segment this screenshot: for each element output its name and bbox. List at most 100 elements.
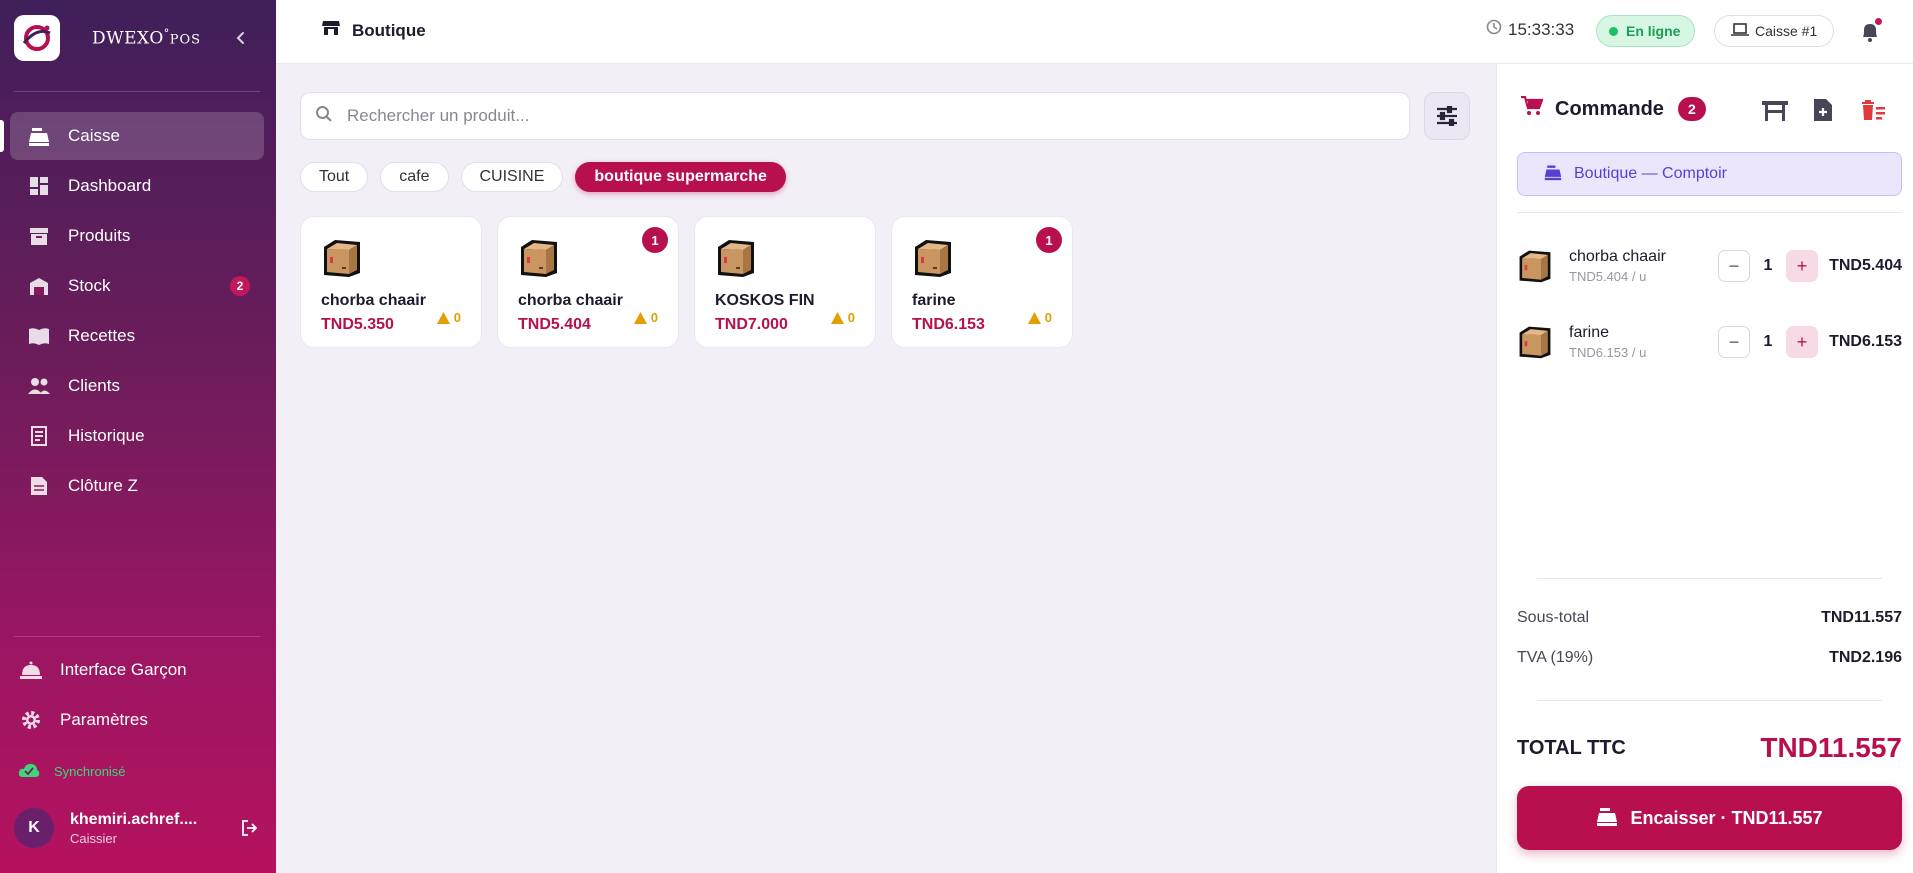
brand-name: DWEXO°POS: [92, 27, 202, 49]
stock-warning: 0: [437, 310, 461, 325]
page-title: Boutique: [322, 20, 426, 41]
chevron-left-icon[interactable]: [232, 29, 250, 47]
stock-count: 0: [453, 310, 461, 325]
cart-qty-badge: 1: [1036, 227, 1062, 253]
subtotal-value: TND11.557: [1821, 609, 1902, 626]
sidebar-item-caisse[interactable]: Caisse: [0, 112, 264, 160]
package-icon: [718, 240, 754, 277]
register-selector[interactable]: Caisse #1: [1714, 15, 1835, 47]
order-count-badge: 2: [1677, 97, 1706, 121]
sidebar-divider: [14, 636, 260, 637]
product-card[interactable]: 1 chorba chaair TND5.404 0: [497, 216, 679, 348]
order-line-unit-price: TND5.404 / u: [1569, 269, 1647, 284]
sidebar-item-stock[interactable]: Stock 2: [10, 262, 264, 310]
stock-count: 0: [650, 310, 658, 325]
order-header: Commande 2: [1521, 95, 1706, 122]
order-line: farine TND6.153 / u − 1 + TND6.153: [1517, 317, 1902, 367]
pay-button-label: Encaisser · TND11.557: [1630, 807, 1823, 828]
user-profile: K khemiri.achref.... Caissier: [14, 802, 260, 854]
increase-qty-button[interactable]: +: [1786, 326, 1818, 358]
divider: [1517, 212, 1902, 213]
package-icon: [324, 240, 360, 277]
package-icon: [521, 240, 557, 277]
category-chip-cuisine[interactable]: CUISINE: [460, 162, 564, 192]
sidebar-item-label: Paramètres: [60, 710, 148, 729]
order-location[interactable]: Boutique — Comptoir: [1517, 152, 1902, 196]
file-add-icon: [1814, 99, 1832, 121]
select-table-button[interactable]: [1761, 96, 1789, 124]
sidebar-item-label: Interface Garçon: [60, 660, 187, 679]
logout-icon[interactable]: [240, 818, 260, 838]
cloud-check-icon: [18, 762, 40, 781]
order-title: Commande: [1555, 97, 1664, 120]
tax-value: TND2.196: [1829, 649, 1902, 666]
sidebar-item-interface-garcon[interactable]: Interface Garçon: [10, 646, 264, 694]
sidebar-item-recettes[interactable]: Recettes: [10, 312, 264, 360]
order-line-total: TND6.153: [1829, 333, 1902, 350]
document-icon: [28, 475, 50, 497]
sliders-icon: [1437, 106, 1457, 126]
users-icon: [28, 375, 50, 397]
decrease-qty-button[interactable]: −: [1718, 250, 1750, 282]
clear-order-button[interactable]: [1859, 96, 1887, 124]
stock-warning: 0: [831, 310, 855, 325]
order-line-qty: 1: [1763, 333, 1773, 350]
avatar[interactable]: K: [14, 808, 54, 848]
order-line-total: TND5.404: [1829, 257, 1902, 274]
logo-icon: [14, 15, 60, 61]
product-card[interactable]: 1 farine TND6.153 0: [891, 216, 1073, 348]
user-name: khemiri.achref....: [70, 810, 198, 828]
sidebar-item-clients[interactable]: Clients: [10, 362, 264, 410]
online-dot-icon: [1609, 26, 1618, 36]
product-card[interactable]: KOSKOS FIN TND7.000 0: [694, 216, 876, 348]
order-location-label: Boutique — Comptoir: [1574, 165, 1727, 182]
search-input[interactable]: [347, 106, 1409, 126]
status-badge-label: En ligne: [1626, 23, 1681, 39]
product-card[interactable]: chorba chaair TND5.350 0: [300, 216, 482, 348]
package-icon: [1519, 250, 1551, 283]
stock-warning: 0: [1028, 310, 1052, 325]
register-icon: [28, 125, 50, 147]
sidebar-item-label: Stock: [68, 276, 111, 295]
category-chip-cafe[interactable]: cafe: [380, 162, 449, 192]
sidebar-item-dashboard[interactable]: Dashboard: [10, 162, 264, 210]
status-badge: En ligne: [1596, 15, 1696, 47]
sidebar-item-produits[interactable]: Produits: [10, 212, 264, 260]
sidebar-item-cloture-z[interactable]: Clôture Z: [10, 462, 264, 510]
sidebar-item-label: Historique: [68, 426, 145, 445]
search-icon: [315, 105, 333, 128]
clock-icon: [1486, 19, 1502, 40]
product-name: chorba chaair: [518, 292, 623, 309]
sidebar-item-label: Clients: [68, 376, 120, 395]
clock-time: 15:33:33: [1508, 19, 1575, 39]
trash-list-icon: [1862, 100, 1885, 120]
order-line-name: chorba chaair: [1569, 248, 1666, 265]
stock-count: 0: [1044, 310, 1052, 325]
order-line-qty: 1: [1763, 257, 1773, 274]
divider: [1537, 700, 1882, 701]
brand: DWEXO°POS: [14, 15, 260, 61]
package-icon: [915, 240, 951, 277]
cart-icon: [1521, 95, 1544, 122]
dashboard-icon: [28, 175, 50, 197]
stock-warning: 0: [634, 310, 658, 325]
user-role: Caissier: [70, 830, 117, 846]
stock-alert-badge: 2: [230, 276, 250, 296]
tax-label: TVA (19%): [1517, 649, 1594, 666]
tax-row: TVA (19%) TND2.196: [1517, 649, 1902, 667]
notifications-button[interactable]: [1858, 18, 1882, 43]
new-note-button[interactable]: [1809, 96, 1837, 124]
increase-qty-button[interactable]: +: [1786, 250, 1818, 282]
stock-count: 0: [847, 310, 855, 325]
decrease-qty-button[interactable]: −: [1718, 326, 1750, 358]
pay-button[interactable]: Encaisser · TND11.557: [1517, 786, 1902, 850]
filter-button[interactable]: [1424, 92, 1470, 140]
sidebar-item-historique[interactable]: Historique: [10, 412, 264, 460]
sidebar-item-parametres[interactable]: Paramètres: [10, 696, 264, 744]
category-chip-boutique-supermarche[interactable]: boutique supermarche: [575, 162, 786, 192]
table-icon: [1762, 101, 1788, 121]
total-value: TND11.557: [1760, 732, 1902, 763]
page-title-text: Boutique: [352, 20, 426, 40]
category-chip-tout[interactable]: Tout: [300, 162, 369, 192]
book-icon: [28, 325, 50, 347]
